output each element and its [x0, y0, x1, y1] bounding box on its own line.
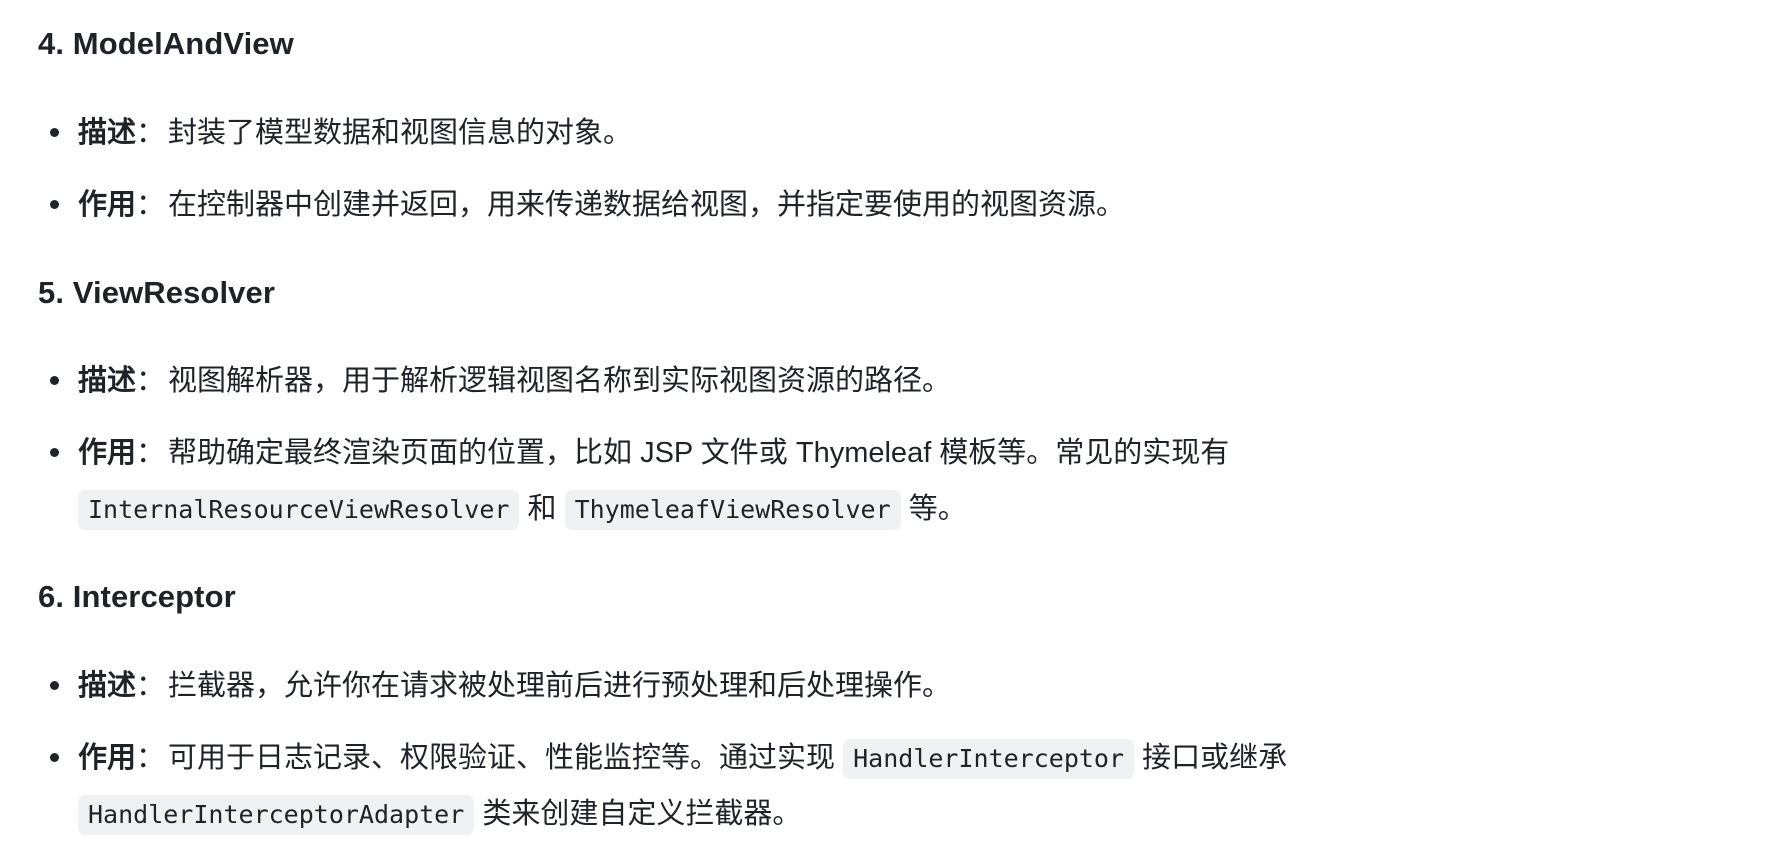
inline-code-handlerinterceptor: HandlerInterceptor [843, 739, 1135, 779]
item-colon: ： [136, 189, 166, 221]
inline-code-handlerinterceptoradapter: HandlerInterceptorAdapter [78, 795, 475, 835]
item-term: 作用 [78, 189, 137, 221]
section-heading-modelandview: 4. ModelAndView [38, 26, 294, 61]
item-term: 作用 [78, 742, 137, 774]
bullet-icon [50, 448, 59, 457]
bullet-icon [50, 753, 59, 762]
item-colon: ： [136, 437, 166, 469]
section-heading-viewresolver: 5. ViewResolver [38, 275, 276, 310]
item-term: 描述 [78, 365, 137, 397]
item-text: 拦截器，允许你在请求被处理前后进行预处理和后处理操作。 [168, 670, 952, 702]
section-heading-interceptor: 6. Interceptor [38, 579, 236, 614]
bullet-icon [50, 200, 59, 209]
bullet-icon [50, 128, 59, 137]
item-colon: ： [136, 670, 166, 702]
item-text: 视图解析器，用于解析逻辑视图名称到实际视图资源的路径。 [168, 365, 952, 397]
bullet-icon [50, 681, 59, 690]
item-text: 封装了模型数据和视图信息的对象。 [168, 117, 633, 149]
item-colon: ： [136, 117, 166, 149]
bullet-icon [50, 376, 59, 385]
item-colon: ： [136, 365, 166, 397]
inline-code-internalresourceviewresolver: InternalResourceViewResolver [78, 490, 520, 530]
inline-code-thymeleafviewresolver: ThymeleafViewResolver [564, 490, 901, 530]
item-text-tail: 等。 [908, 493, 967, 525]
item-text: 可用于日志记录、权限验证、性能监控等。通过实现 [168, 742, 836, 774]
item-term: 描述 [78, 670, 137, 702]
item-text-connector: 和 [527, 493, 557, 525]
item-text: 在控制器中创建并返回，用来传递数据给视图，并指定要使用的视图资源。 [168, 189, 1126, 221]
item-colon: ： [136, 742, 166, 774]
item-term: 描述 [78, 117, 137, 149]
item-term: 作用 [78, 437, 137, 469]
item-text: 帮助确定最终渲染页面的位置，比如 JSP 文件或 Thymeleaf 模板等。常… [168, 437, 1230, 469]
item-text-connector: 接口或继承 [1142, 742, 1288, 774]
item-text-tail: 类来创建自定义拦截器。 [482, 798, 802, 830]
